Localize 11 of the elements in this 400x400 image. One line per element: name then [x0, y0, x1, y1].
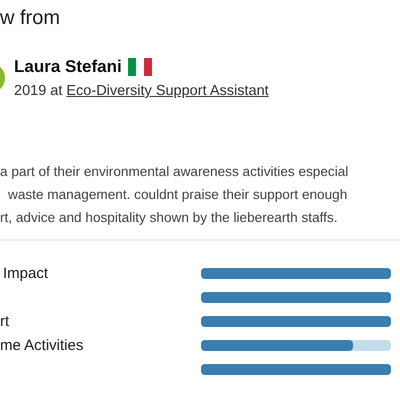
review-year: 2019 at [14, 83, 62, 99]
rating-label: Impact [3, 265, 48, 282]
reviewer-name: Laura Stefani [14, 57, 122, 77]
flag-icon [128, 58, 152, 76]
rating-label: me Activities [0, 337, 84, 354]
role-link[interactable]: Eco-Diversity Support Assistant [66, 83, 269, 99]
rating-label: rt [0, 313, 10, 330]
section-heading: w from [0, 6, 60, 30]
review-text: rt, advice and hospitality shown by the lieberearth staffs. [0, 209, 338, 227]
review-text: waste management. couldnt praise their support enough [8, 186, 348, 204]
review-text: a part of their environmental awareness activities especial [0, 163, 348, 181]
